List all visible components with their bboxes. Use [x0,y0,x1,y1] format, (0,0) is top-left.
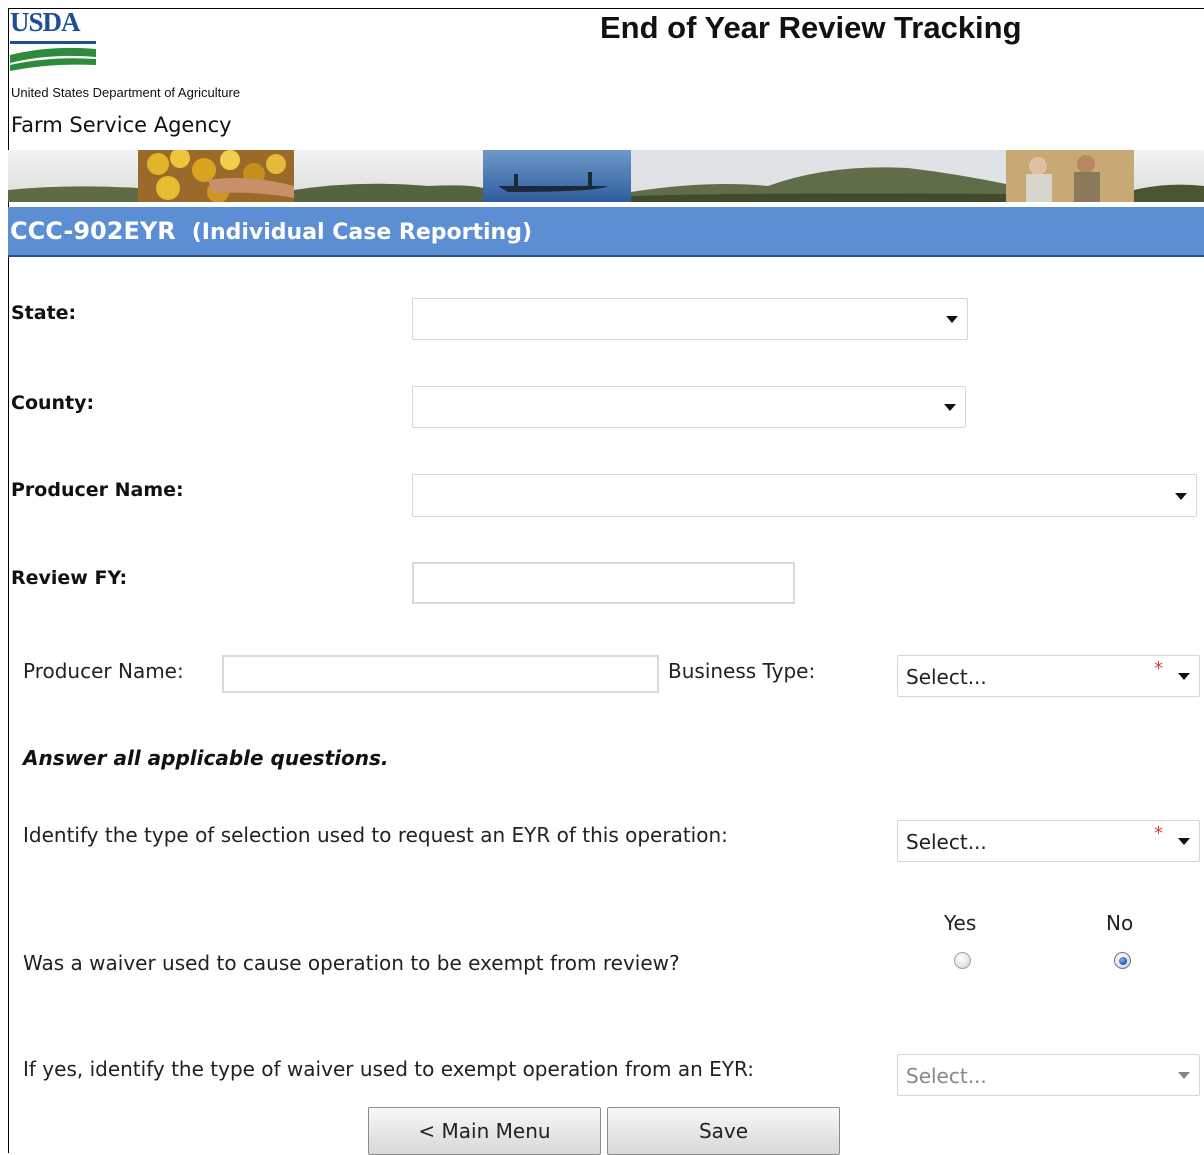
waiver-yes-radio[interactable] [954,952,971,969]
state-select[interactable] [412,298,968,340]
detail-producer-name-input[interactable] [222,655,659,693]
app-title: End of Year Review Tracking [600,10,1022,45]
save-button[interactable]: Save [607,1107,840,1155]
form-title-bar: CCC-902EYR (Individual Case Reporting) [8,207,1204,257]
no-column-label: No [1106,911,1134,935]
selection-type-select[interactable]: Select... * [897,820,1200,862]
review-fy-label: Review FY: [11,567,128,589]
waiver-type-select[interactable]: Select... [897,1054,1200,1096]
usda-logo-graphic [10,41,96,71]
state-label: State: [11,302,77,324]
form-subtitle: (Individual Case Reporting) [191,220,533,245]
detail-producer-name-label: Producer Name: [23,659,184,683]
instructions-text: Answer all applicable questions. [23,746,389,770]
producer-name-label: Producer Name: [11,479,184,501]
banner-graphic [8,150,1204,202]
form-title: CCC-902EYR (Individual Case Reporting) [10,217,532,245]
waiver-no-radio[interactable] [1114,952,1131,969]
business-type-label: Business Type: [668,659,816,683]
business-type-select[interactable]: Select... * [897,655,1200,697]
required-marker: * [1154,658,1163,679]
chevron-down-icon [946,316,958,323]
waiver-type-select-value: Select... [906,1064,987,1088]
selection-type-select-value: Select... [906,830,987,854]
county-label: County: [11,392,95,414]
county-select[interactable] [412,386,966,428]
chevron-down-icon [1178,838,1190,845]
yes-column-label: Yes [944,911,977,935]
business-type-select-value: Select... [906,665,987,689]
usda-logo: USDA [10,7,98,71]
selection-type-question: Identify the type of selection used to r… [23,823,728,847]
waiver-question: Was a waiver used to cause operation to … [23,951,680,975]
chevron-down-icon [1175,492,1187,500]
chevron-down-icon [1178,673,1190,680]
department-name: United States Department of Agriculture [11,85,241,100]
chevron-down-icon [944,404,956,411]
producer-name-select[interactable] [412,474,1197,517]
review-fy-input[interactable] [412,562,795,604]
main-menu-button[interactable]: < Main Menu [368,1107,601,1155]
required-marker: * [1154,823,1163,844]
form-code: CCC-902EYR [10,217,176,245]
header-banner-image [8,150,1204,202]
agency-name: Farm Service Agency [11,113,232,137]
chevron-down-icon [1178,1072,1190,1079]
waiver-type-question: If yes, identify the type of waiver used… [23,1057,755,1081]
